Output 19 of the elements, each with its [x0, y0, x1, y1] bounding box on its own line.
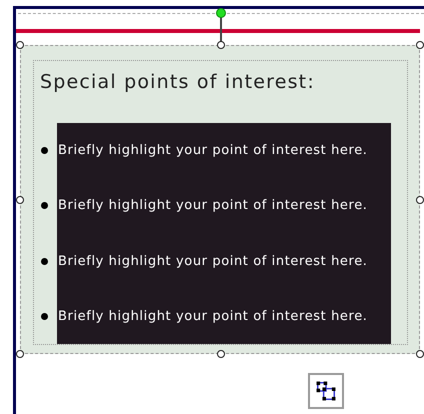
- rotate-handle[interactable]: [216, 8, 226, 18]
- bullet-icon: [41, 202, 48, 210]
- highlight-text: Briefly highlight your point of interest here.: [57, 308, 368, 324]
- resize-handle[interactable]: [16, 196, 24, 204]
- bullet-icon: [41, 258, 48, 265]
- group-objects-button[interactable]: [308, 373, 344, 409]
- highlight-text: Briefly highlight your point of interest here.: [57, 143, 368, 158]
- resize-handle[interactable]: [16, 41, 24, 49]
- highlight-text: Briefly highlight your point of interest here.: [57, 198, 368, 214]
- resize-handle[interactable]: [416, 41, 424, 49]
- highlight-text: Briefly highlight your point of interest here.: [57, 254, 368, 269]
- bullet-icon: [41, 312, 48, 320]
- bullet-icon: [41, 147, 48, 154]
- resize-handle[interactable]: [217, 350, 225, 358]
- resize-handle[interactable]: [217, 41, 225, 49]
- resize-handle[interactable]: [416, 196, 424, 204]
- sidebar-heading: Special points of interest:: [39, 71, 316, 93]
- resize-handle[interactable]: [16, 350, 24, 358]
- resize-handle[interactable]: [416, 350, 424, 358]
